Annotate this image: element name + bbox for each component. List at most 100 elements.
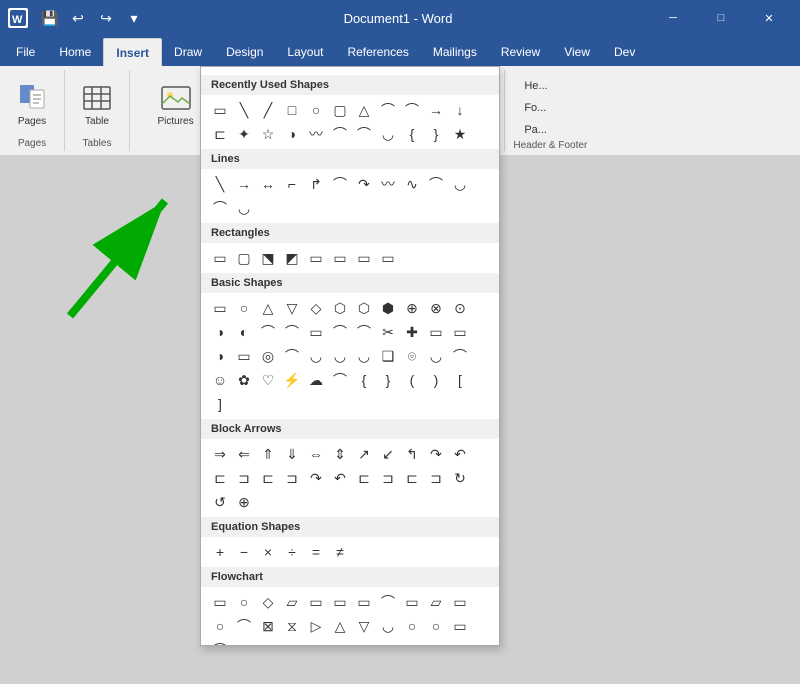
rect-snip3[interactable]: ▭: [305, 247, 327, 269]
tab-references[interactable]: References: [335, 38, 420, 66]
shape-line2[interactable]: ╱: [257, 99, 279, 121]
tab-home[interactable]: Home: [47, 38, 103, 66]
shape-curve2[interactable]: ⌒: [353, 123, 375, 145]
shape-arc1[interactable]: ⌒: [377, 99, 399, 121]
save-button[interactable]: 💾: [38, 6, 62, 30]
recently-used-shapes: ▭ ╲ ╱ □ ○ ▢ △ ⌒ ⌒ → ↓ ⊏ ✦ ☆ ◑ 〰 ⌒ ⌒ ◡ { …: [201, 95, 499, 149]
block-arrows-shapes: ⇒ ⇐ ⇑ ⇓ ⇔ ⇕ ↗ ↙ ↰ ↷ ↶ ⊏ ⊐ ⊏ ⊐ ↷ ↶ ⊏ ⊐ ⊏ …: [201, 439, 499, 517]
tab-dev[interactable]: Dev: [602, 38, 647, 66]
equation-shapes-title: Equation Shapes: [201, 517, 499, 537]
rectangles-title: Rectangles: [201, 223, 499, 243]
rect-basic[interactable]: ▭: [209, 247, 231, 269]
title-bar-left: W 💾 ↩ ↪ ▾: [8, 6, 146, 30]
tab-file[interactable]: File: [4, 38, 47, 66]
shape-star2[interactable]: ★: [449, 123, 471, 145]
tab-layout[interactable]: Layout: [275, 38, 335, 66]
minimize-button[interactable]: ─: [650, 0, 696, 36]
basic-shapes: ▭ ○ △ ▽ ◇ ⬡ ⬡ ⬢ ⊕ ⊗ ⊙ ◑ ◐ ⌒ ⌒ ▭ ⌒ ⌒ ✂ ✚ …: [201, 293, 499, 419]
quick-access-toolbar: 💾 ↩ ↪ ▾: [38, 6, 146, 30]
header-button[interactable]: He...: [520, 76, 580, 96]
header-group-content: He... Fo... Pa...: [520, 70, 580, 140]
shape-cross[interactable]: ✦: [233, 123, 255, 145]
ribbon-group-header: He... Fo... Pa... Header & Footer: [505, 70, 595, 151]
tab-insert[interactable]: Insert: [103, 38, 162, 66]
shape-wave[interactable]: 〰: [305, 123, 327, 145]
undo-button[interactable]: ↩: [66, 6, 90, 30]
rect-rounded[interactable]: ▢: [233, 247, 255, 269]
rect-snip6[interactable]: ▭: [377, 247, 399, 269]
shape-triangle[interactable]: △: [353, 99, 375, 121]
line-scribble[interactable]: 〰: [377, 173, 399, 195]
rect-snip2[interactable]: ◩: [281, 247, 303, 269]
window-controls: ─ □ ✕: [650, 0, 792, 36]
shape-arrow-right[interactable]: →: [425, 99, 447, 121]
line-connector2[interactable]: ◡: [449, 173, 471, 195]
header-footer-group-label: Header & Footer: [513, 140, 587, 153]
ribbon: Pages Pages Table Tables: [0, 66, 800, 156]
line-elbow[interactable]: ⌐: [281, 173, 303, 195]
line-connector4[interactable]: ◡: [233, 197, 255, 219]
pages-group-label: Pages: [8, 138, 56, 151]
pictures-button[interactable]: Pictures: [150, 74, 202, 134]
line-elbow-arrow[interactable]: ↱: [305, 173, 327, 195]
equation-shapes: + − × ÷ = ≠: [201, 537, 499, 567]
document-title: Document1 - Word: [146, 11, 650, 26]
shape-curve1[interactable]: ⌒: [329, 123, 351, 145]
pages-button[interactable]: Pages: [8, 74, 56, 134]
shape-rect2[interactable]: □: [281, 99, 303, 121]
shape-brace-close[interactable]: }: [425, 123, 447, 145]
line-straight[interactable]: ╲: [209, 173, 231, 195]
line-arrow[interactable]: →: [233, 173, 255, 195]
lines-title: Lines: [201, 149, 499, 169]
tab-mailings[interactable]: Mailings: [421, 38, 489, 66]
maximize-button[interactable]: □: [698, 0, 744, 36]
rect-snip5[interactable]: ▭: [353, 247, 375, 269]
tab-view[interactable]: View: [552, 38, 602, 66]
shape-arrow-down[interactable]: ↓: [449, 99, 471, 121]
tab-draw[interactable]: Draw: [162, 38, 214, 66]
title-bar: W 💾 ↩ ↪ ▾ Document1 - Word ─ □ ✕: [0, 0, 800, 36]
tables-group-label: Tables: [73, 138, 121, 151]
customize-qa-button[interactable]: ▾: [122, 6, 146, 30]
redo-button[interactable]: ↪: [94, 6, 118, 30]
line-connector3[interactable]: ⌒: [209, 197, 231, 219]
shape-brace-open[interactable]: {: [401, 123, 423, 145]
page-number-button[interactable]: Pa...: [520, 120, 580, 140]
shape-rect[interactable]: ▭: [209, 99, 231, 121]
ribbon-tabs: File Home Insert Draw Design Layout Refe…: [0, 36, 800, 66]
shape-circle[interactable]: ○: [305, 99, 327, 121]
close-button[interactable]: ✕: [746, 0, 792, 36]
basic-shapes-title: Basic Shapes: [201, 273, 499, 293]
table-label: Table: [85, 116, 109, 127]
recently-used-title: Recently Used Shapes: [201, 75, 499, 95]
flowchart-title: Flowchart: [201, 567, 499, 587]
shape-line1[interactable]: ╲: [233, 99, 255, 121]
line-curved-arrow[interactable]: ↷: [353, 173, 375, 195]
tables-group-content: Table: [73, 70, 121, 138]
lines-shapes: ╲ → ↔ ⌐ ↱ ⌒ ↷ 〰 ∿ ⌒ ◡ ⌒ ◡: [201, 169, 499, 223]
shape-star[interactable]: ☆: [257, 123, 279, 145]
line-double-arrow[interactable]: ↔: [257, 173, 279, 195]
shape-rounded-rect[interactable]: ▢: [329, 99, 351, 121]
shape-half-circle[interactable]: ◑: [281, 123, 303, 145]
rect-snip1[interactable]: ⬔: [257, 247, 279, 269]
flowchart-shapes: ▭ ○ ◇ ▱ ▭ ▭ ▭ ⌒ ▭ ▱ ▭ ○ ⌒ ⊠ ⧖ ▷ △ ▽ ◡ ○ …: [201, 587, 499, 646]
ribbon-group-tables: Table Tables: [65, 70, 130, 151]
line-curved[interactable]: ⌒: [329, 173, 351, 195]
shape-semicircle[interactable]: ◡: [377, 123, 399, 145]
word-icon: W: [8, 8, 28, 28]
table-button[interactable]: Table: [73, 74, 121, 134]
line-freeform[interactable]: ∿: [401, 173, 423, 195]
rect-snip4[interactable]: ▭: [329, 247, 351, 269]
shape-bracket[interactable]: ⊏: [209, 123, 231, 145]
footer-button[interactable]: Fo...: [520, 98, 580, 118]
shapes-dropdown[interactable]: Recently Used Shapes ▭ ╲ ╱ □ ○ ▢ △ ⌒ ⌒ →…: [200, 66, 500, 646]
pictures-label: Pictures: [157, 116, 193, 127]
shape-arc2[interactable]: ⌒: [401, 99, 423, 121]
ribbon-group-pages: Pages Pages: [0, 70, 65, 151]
tab-review[interactable]: Review: [489, 38, 552, 66]
tab-design[interactable]: Design: [214, 38, 275, 66]
line-connector1[interactable]: ⌒: [425, 173, 447, 195]
rectangles-shapes: ▭ ▢ ⬔ ◩ ▭ ▭ ▭ ▭: [201, 243, 499, 273]
pages-group-content: Pages: [8, 70, 56, 138]
